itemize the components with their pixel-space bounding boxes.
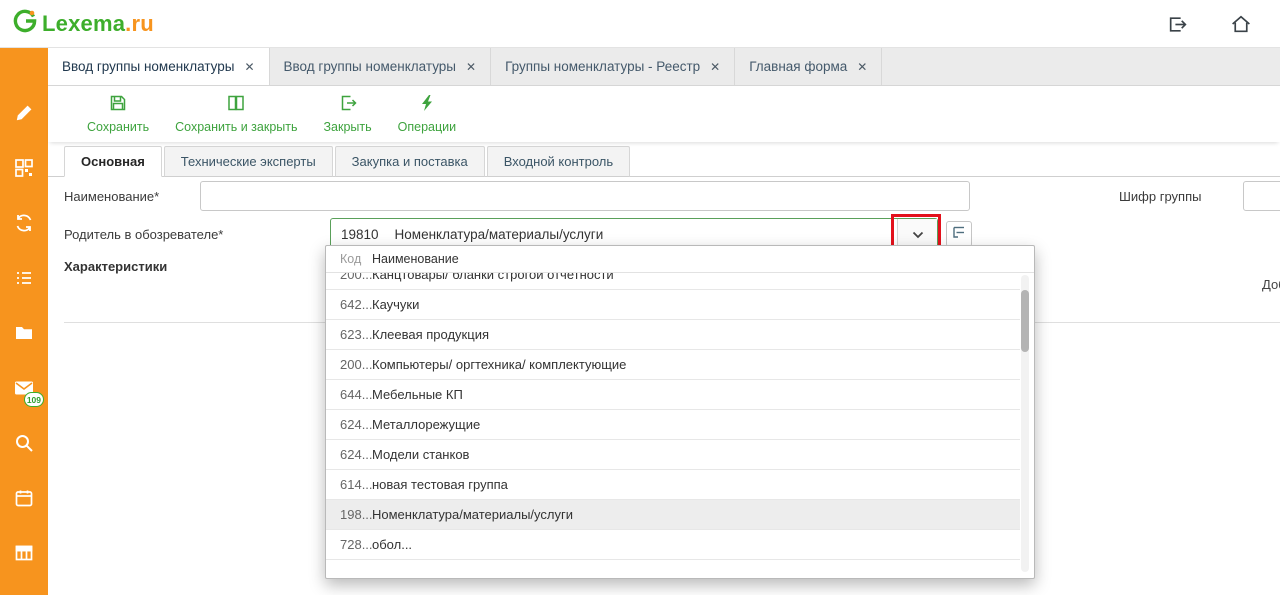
item-code: 728...: [326, 537, 372, 552]
item-code: 642...: [326, 297, 372, 312]
item-name: Номенклатура/материалы/услуги: [372, 507, 573, 522]
tree-view-button[interactable]: [946, 221, 972, 247]
operations-button[interactable]: Операции: [385, 93, 469, 134]
name-label: Наименование*: [64, 189, 159, 204]
operations-button-label: Операции: [398, 120, 456, 134]
tab-tech-experty[interactable]: Технические эксперты: [164, 146, 333, 177]
dropdown-list-item[interactable]: 198... Номенклатура/материалы/услуги: [326, 500, 1020, 530]
dropdown-list-item[interactable]: 728... обол...: [326, 530, 1020, 560]
close-icon[interactable]: ✕: [857, 60, 867, 73]
save-close-button-label: Сохранить и закрыть: [175, 120, 297, 134]
tab-vvod-gruppy-1[interactable]: Ввод группы номенклатуры ✕: [48, 48, 270, 85]
dropdown-scrollbar-track[interactable]: [1021, 275, 1029, 572]
dropdown-list-item[interactable]: 624... Модели станков: [326, 440, 1020, 470]
data-grid-icon[interactable]: [13, 542, 35, 564]
item-code: 644...: [326, 387, 372, 402]
dropdown-rows: 200... Канцтовары/ бланки строгой отчетн…: [326, 273, 1020, 569]
item-name: Мебельные КП: [372, 387, 463, 402]
parent-name-value: Номенклатура/материалы/услуги: [395, 227, 604, 242]
item-name: новая тестовая группа: [372, 477, 508, 492]
tasks-icon[interactable]: [13, 267, 35, 289]
dropdown-col-name: Наименование: [372, 252, 459, 266]
item-code: 623...: [326, 327, 372, 342]
close-form-button-label: Закрыть: [324, 120, 372, 134]
home-icon[interactable]: [1230, 13, 1252, 35]
tab-label: Группы номенклатуры - Реестр: [505, 59, 700, 74]
group-code-input[interactable]: [1243, 181, 1280, 211]
item-code: 198...: [326, 507, 372, 522]
qr-grid-icon[interactable]: [13, 157, 35, 179]
calendar-icon[interactable]: [13, 487, 35, 509]
item-name: Металлорежущие: [372, 417, 480, 432]
lexema-logo[interactable]: Lexema.ru: [12, 8, 154, 39]
tab-vhodnoy-kontrol[interactable]: Входной контроль: [487, 146, 630, 177]
item-code: 624...: [326, 417, 372, 432]
sidebar: 109: [0, 48, 48, 595]
tab-vvod-gruppy-2[interactable]: Ввод группы номенклатуры ✕: [270, 48, 492, 85]
dropdown-list-item[interactable]: 614... новая тестовая группа: [326, 470, 1020, 500]
tree-icon: [951, 224, 967, 245]
search-icon[interactable]: [13, 432, 35, 454]
close-icon[interactable]: ✕: [710, 60, 720, 73]
item-name: Канцтовары/ бланки строгой отчетности: [372, 273, 614, 282]
parent-dropdown-popup: Код Наименование 200... Канцтовары/ блан…: [325, 245, 1035, 579]
mail-count-badge: 109: [24, 392, 44, 407]
form-tabstrip: Основная Технические эксперты Закупка и …: [48, 146, 1280, 177]
tab-label: Ввод группы номенклатуры: [284, 59, 456, 74]
tab-osnovnaya[interactable]: Основная: [64, 146, 162, 177]
pencil-icon[interactable]: [13, 102, 35, 124]
close-icon[interactable]: ✕: [244, 60, 254, 73]
item-name: Клеевая продукция: [372, 327, 489, 342]
dropdown-list-item[interactable]: 200... Компьютеры/ оргтехника/ комплекту…: [326, 350, 1020, 380]
lexema-logo-icon: [12, 8, 38, 39]
save-button-label: Сохранить: [87, 120, 149, 134]
topbar: Lexema.ru: [0, 0, 1280, 48]
main-area: Ввод группы номенклатуры ✕ Ввод группы н…: [48, 48, 1280, 595]
operations-icon: [417, 93, 437, 116]
save-close-icon: [226, 93, 246, 116]
folder-icon[interactable]: [13, 322, 35, 344]
tab-label: Ввод группы номенклатуры: [62, 59, 234, 74]
item-code: 200...: [326, 357, 372, 372]
dropdown-list-item[interactable]: 642... Каучуки: [326, 290, 1020, 320]
close-form-button[interactable]: Закрыть: [311, 93, 385, 134]
tab-glavnaya-forma[interactable]: Главная форма ✕: [735, 48, 882, 85]
tab-zakupka-postavka[interactable]: Закупка и поставка: [335, 146, 485, 177]
item-code: 200...: [326, 273, 372, 282]
mail-icon[interactable]: 109: [13, 377, 35, 399]
characteristics-heading: Характеристики: [64, 259, 167, 274]
logo-text-tld: .ru: [125, 11, 154, 36]
save-icon: [108, 93, 128, 116]
dropdown-list-item[interactable]: 624... Металлорежущие: [326, 410, 1020, 440]
external-window-icon[interactable]: [1167, 14, 1188, 35]
item-name: Каучуки: [372, 297, 419, 312]
item-code: 614...: [326, 477, 372, 492]
item-name: Компьютеры/ оргтехника/ комплектующие: [372, 357, 626, 372]
item-name: обол...: [372, 537, 412, 552]
add-button[interactable]: Добав: [1262, 277, 1280, 292]
dropdown-col-code: Код: [326, 252, 372, 266]
tab-label: Главная форма: [749, 59, 847, 74]
logo-text-main: Lexema: [42, 11, 125, 36]
chevron-down-icon: [912, 227, 924, 242]
dropdown-header-row: Код Наименование: [326, 246, 1034, 273]
name-input[interactable]: [200, 181, 970, 211]
item-name: Модели станков: [372, 447, 469, 462]
dropdown-scrollbar-thumb[interactable]: [1021, 290, 1029, 352]
parent-label: Родитель в обозревателе*: [64, 227, 223, 242]
save-button[interactable]: Сохранить: [74, 93, 162, 134]
item-code: 624...: [326, 447, 372, 462]
tab-gruppy-reestr[interactable]: Группы номенклатуры - Реестр ✕: [491, 48, 735, 85]
parent-code-value: 19810: [331, 227, 379, 242]
close-form-icon: [338, 93, 358, 116]
group-code-label: Шифр группы: [1119, 189, 1201, 204]
sync-icon[interactable]: [13, 212, 35, 234]
dropdown-list-item[interactable]: 623... Клеевая продукция: [326, 320, 1020, 350]
save-close-button[interactable]: Сохранить и закрыть: [162, 93, 310, 134]
dropdown-list-item[interactable]: 200... Канцтовары/ бланки строгой отчетн…: [326, 273, 1020, 290]
dropdown-list-item[interactable]: 644... Мебельные КП: [326, 380, 1020, 410]
close-icon[interactable]: ✕: [466, 60, 476, 73]
toolbar: Сохранить Сохранить и закрыть Закрыть Оп…: [48, 86, 1280, 142]
window-tabstrip: Ввод группы номенклатуры ✕ Ввод группы н…: [48, 48, 1280, 86]
